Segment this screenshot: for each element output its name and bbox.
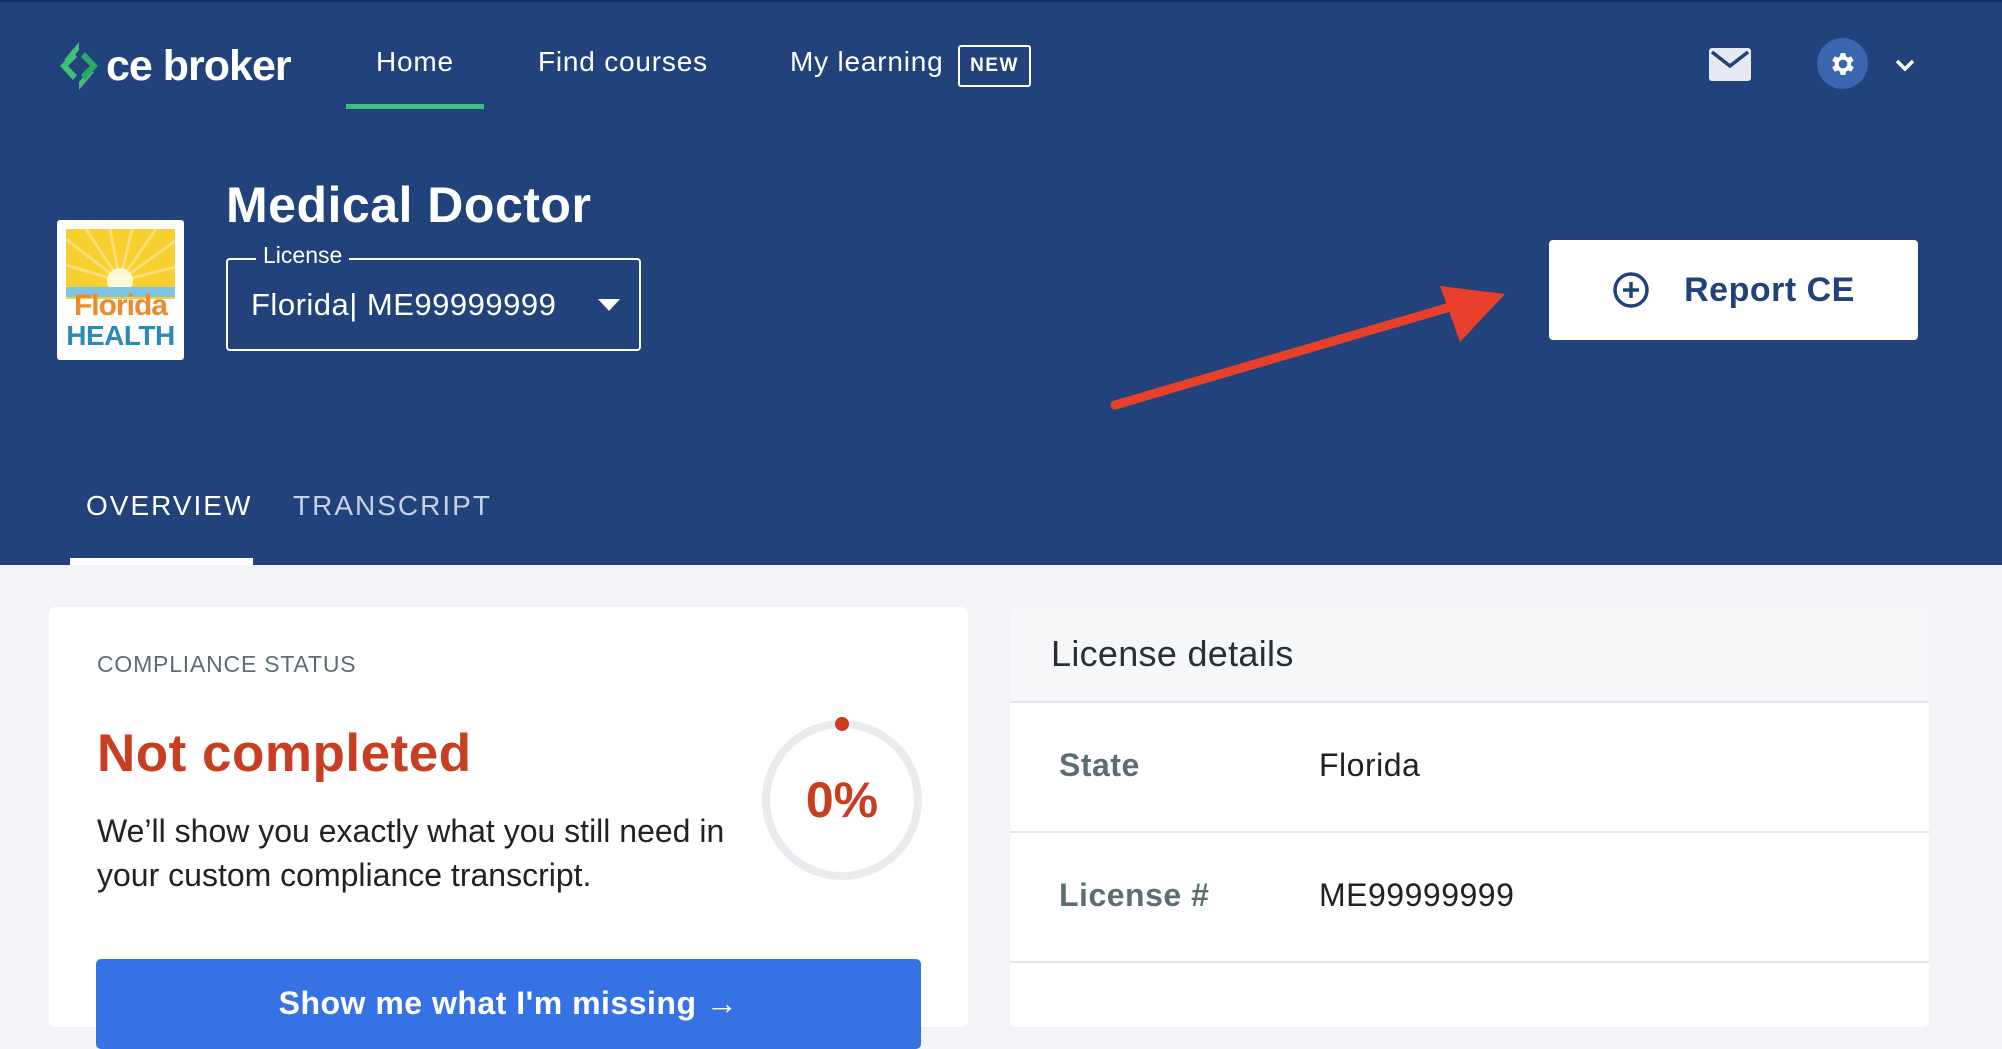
compliance-status-value: Not completed <box>97 724 472 783</box>
logo-health-text: HEALTH <box>66 320 175 351</box>
ce-broker-logo-icon <box>60 42 98 90</box>
report-ce-button[interactable]: Report CE <box>1549 240 1918 340</box>
detail-value: ME99999999 <box>1319 877 1515 913</box>
detail-key: License # <box>1059 877 1210 913</box>
report-ce-label: Report CE <box>1684 270 1855 309</box>
plus-circle-icon <box>1613 272 1649 308</box>
brand-name: ce broker <box>106 41 292 90</box>
nav-active-indicator <box>346 104 484 109</box>
license-select[interactable]: License Florida| ME99999999 <box>226 242 641 351</box>
red-arrow-annotation <box>1110 286 1505 410</box>
license-details-card: License details State Florida License # … <box>1010 607 1929 1027</box>
detail-row-license-number: License # ME99999999 <box>1010 833 1929 963</box>
caret-down-icon <box>598 299 620 311</box>
logo-florida-text: Florida <box>73 289 168 322</box>
license-details-title: License details <box>1051 633 1294 674</box>
detail-value: Florida <box>1319 747 1421 783</box>
top-border <box>0 0 2002 2</box>
nav-my-learning[interactable]: My learning <box>790 46 944 78</box>
license-select-label: License <box>256 242 350 269</box>
license-select-value: Florida| ME99999999 <box>251 287 557 322</box>
detail-row-state: State Florida <box>1010 703 1929 833</box>
show-missing-button[interactable]: Show me what I'm missing → <box>96 959 921 1049</box>
settings-button[interactable] <box>1817 38 1868 89</box>
detail-key: State <box>1059 747 1140 783</box>
license-details-header: License details <box>1010 607 1929 703</box>
page-title: Medical Doctor <box>226 177 592 233</box>
compliance-description: We’ll show you exactly what you still ne… <box>97 813 725 893</box>
tab-overview[interactable]: OVERVIEW <box>86 490 252 522</box>
nav-home[interactable]: Home <box>376 46 454 78</box>
compliance-status-card: COMPLIANCE STATUS Not completed We’ll sh… <box>49 607 968 1049</box>
nav-find-courses[interactable]: Find courses <box>538 46 708 78</box>
mail-icon[interactable] <box>1709 48 1751 81</box>
compliance-status-label: COMPLIANCE STATUS <box>97 651 357 677</box>
header-bar: ce broker Home Find courses My learning … <box>0 0 2002 565</box>
tab-active-indicator <box>70 558 253 565</box>
florida-health-logo: Florida HEALTH <box>57 220 184 360</box>
chevron-down-icon[interactable] <box>1894 58 1916 72</box>
new-badge: NEW <box>958 45 1031 87</box>
gear-icon <box>1831 52 1854 75</box>
brand-logo[interactable]: ce broker <box>56 38 292 94</box>
tab-transcript[interactable]: TRANSCRIPT <box>293 490 492 522</box>
progress-percent: 0% <box>805 772 879 828</box>
